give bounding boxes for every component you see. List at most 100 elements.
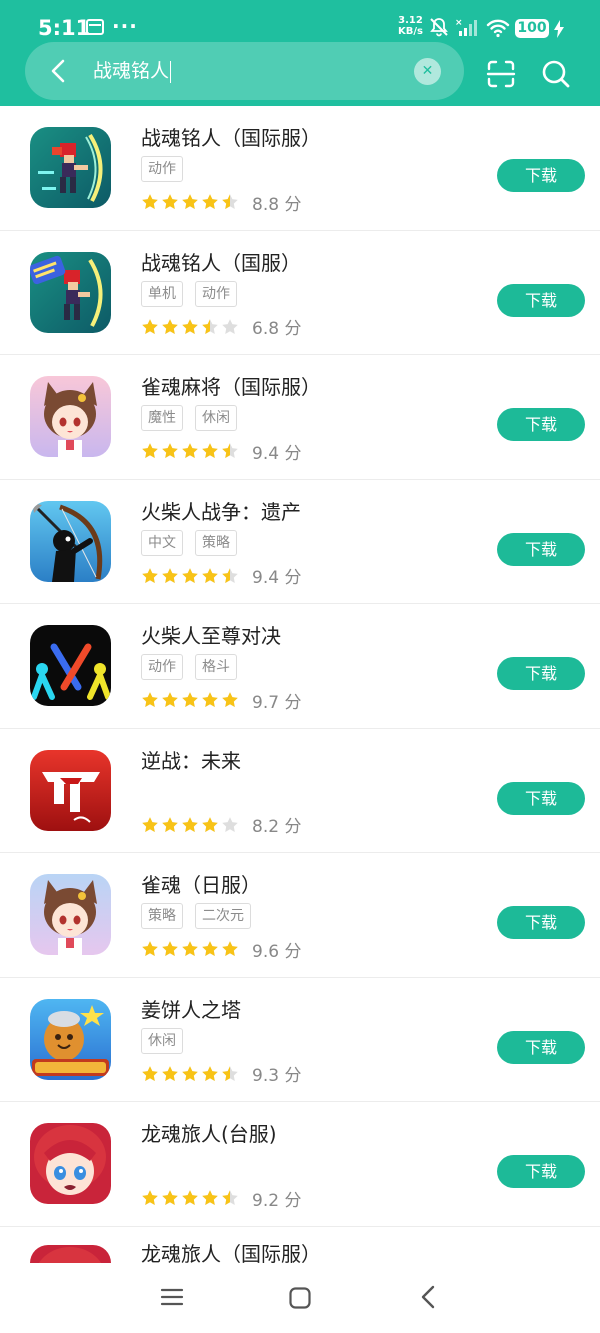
app-row[interactable]: 雀魂麻将（国际服） 魔性 休闲 9.4 分 下载 [0,355,600,480]
app-row[interactable]: 火柴人至尊对决 动作 格斗 9.7 分 下载 [0,604,600,729]
star-full-icon [162,443,178,458]
app-row[interactable]: 逆战：未来 8.2 分 下载 [0,729,600,853]
app-row[interactable]: 战魂铭人（国际服） 动作 8.8 分 下载 [0,106,600,231]
app-row[interactable]: 战魂铭人（国服） 单机 动作 6.8 分 下载 [0,231,600,355]
download-button[interactable]: 下载 [497,1030,585,1064]
download-button[interactable]: 下载 [497,532,585,566]
cookie-adventures-icon[interactable] [30,998,111,1080]
tag-list: 单机 动作 [141,280,237,307]
star-rating [141,442,239,460]
rating-score: 9.6 分 [252,941,302,962]
star-full-icon [142,194,158,209]
anime-redhair-girl-icon[interactable] [30,1123,111,1204]
tag[interactable]: 二次元 [195,903,251,929]
star-full-icon [222,941,238,956]
star-full-icon [142,816,158,832]
app-row[interactable]: 火柴人战争：遗产 中文 策略 9.4 分 下载 [0,480,600,604]
download-button[interactable]: 下载 [497,283,585,317]
tag[interactable]: 策略 [195,529,237,556]
rating: 9.4 分 [141,564,301,588]
tag[interactable]: 动作 [141,654,183,680]
star-full-icon [142,318,158,334]
nizhan-logo-icon[interactable] [30,749,111,831]
app-name[interactable]: 火柴人战争：遗产 [141,496,301,525]
star-half-icon [222,1190,238,1205]
star-full-icon [202,194,218,209]
anime-catgirl-icon[interactable] [30,376,111,457]
tag[interactable]: 休闲 [195,405,237,431]
tag[interactable]: 单机 [141,280,183,307]
wifi-icon [486,19,510,38]
star-full-icon [202,443,218,458]
download-button[interactable]: 下载 [497,408,585,441]
star-rating [141,691,239,709]
tag-list: 魔性 休闲 [141,405,237,431]
clear-search-button[interactable]: ✕ [414,58,441,85]
download-button[interactable]: 下载 [497,657,585,690]
star-full-icon [202,1190,218,1205]
star-full-icon [202,1065,218,1081]
svg-text:×: × [455,18,463,28]
app-name[interactable]: 龙魂旅人(台服) [141,1118,277,1147]
home-square-icon[interactable] [288,1286,312,1310]
star-empty-icon [222,318,238,334]
network-speed-value: 3.12 [398,15,423,26]
tag[interactable]: 中文 [141,529,183,556]
pixel-warrior-icon[interactable] [30,127,111,208]
download-button[interactable]: 下载 [497,1155,585,1188]
star-half-icon [222,194,238,209]
app-name[interactable]: 雀魂（日服） [141,869,261,898]
rating: 8.8 分 [141,190,302,215]
download-button[interactable]: 下载 [497,159,585,192]
battery-level: 100 [515,19,549,38]
app-row[interactable]: 龙魂旅人(台服) 9.2 分 下载 [0,1102,600,1227]
tag[interactable]: 魔性 [141,405,183,431]
anime-redhair-girl-icon[interactable] [30,1244,111,1263]
download-button[interactable]: 下载 [497,781,585,815]
stickman-archer-icon[interactable] [30,500,111,582]
star-empty-icon [222,816,238,832]
search-input[interactable]: 战魂铭人 [93,56,393,86]
app-name[interactable]: 雀魂麻将（国际服） [141,371,321,400]
star-full-icon [182,692,198,707]
tag[interactable]: 策略 [141,903,183,929]
back-chevron-icon[interactable] [418,1284,438,1310]
tag[interactable]: 格斗 [195,654,237,680]
pixel-warrior-event-icon[interactable] [30,251,111,333]
network-speed: 3.12 KB/s [398,15,423,37]
star-full-icon [182,941,198,956]
app-row[interactable]: 雀魂（日服） 策略 二次元 9.6 分 下载 [0,853,600,978]
star-rating [141,318,239,336]
app-name[interactable]: 火柴人至尊对决 [141,620,281,649]
search-results-list[interactable]: 战魂铭人（国际服） 动作 8.8 分 下载 战魂铭人（国服） 单机 动作 6.8… [0,106,600,1263]
tag-list: 策略 二次元 [141,903,251,929]
rating-score: 8.8 分 [252,194,302,215]
app-name[interactable]: 逆战：未来 [141,745,241,774]
stickman-duel-icon[interactable] [30,625,111,706]
app-row[interactable]: 姜饼人之塔 休闲 9.3 分 下载 [0,978,600,1102]
star-full-icon [162,1190,178,1205]
scan-icon[interactable] [485,58,517,90]
star-half-icon [222,1065,238,1081]
app-name[interactable]: 龙魂旅人（国际服） [141,1238,321,1264]
star-full-icon [162,567,178,583]
back-arrow-icon[interactable] [45,57,73,85]
recents-menu-icon[interactable] [160,1285,184,1309]
star-full-icon [202,941,218,956]
text-cursor [170,60,172,83]
app-name[interactable]: 姜饼人之塔 [141,994,241,1023]
app-name[interactable]: 战魂铭人（国服） [141,247,301,276]
tag-list: 休闲 [141,1027,183,1054]
tag[interactable]: 动作 [195,280,237,307]
tag-list: 中文 策略 [141,529,237,556]
app-name[interactable]: 战魂铭人（国际服） [141,122,321,151]
star-half-icon [202,318,218,334]
download-button[interactable]: 下载 [497,906,585,939]
star-full-icon [142,443,158,458]
app-row[interactable]: 龙魂旅人（国际服） [0,1227,600,1264]
anime-catgirl-icon[interactable] [30,874,111,955]
search-icon[interactable] [540,58,572,90]
star-full-icon [222,692,238,707]
tag[interactable]: 休闲 [141,1027,183,1054]
tag[interactable]: 动作 [141,156,183,182]
